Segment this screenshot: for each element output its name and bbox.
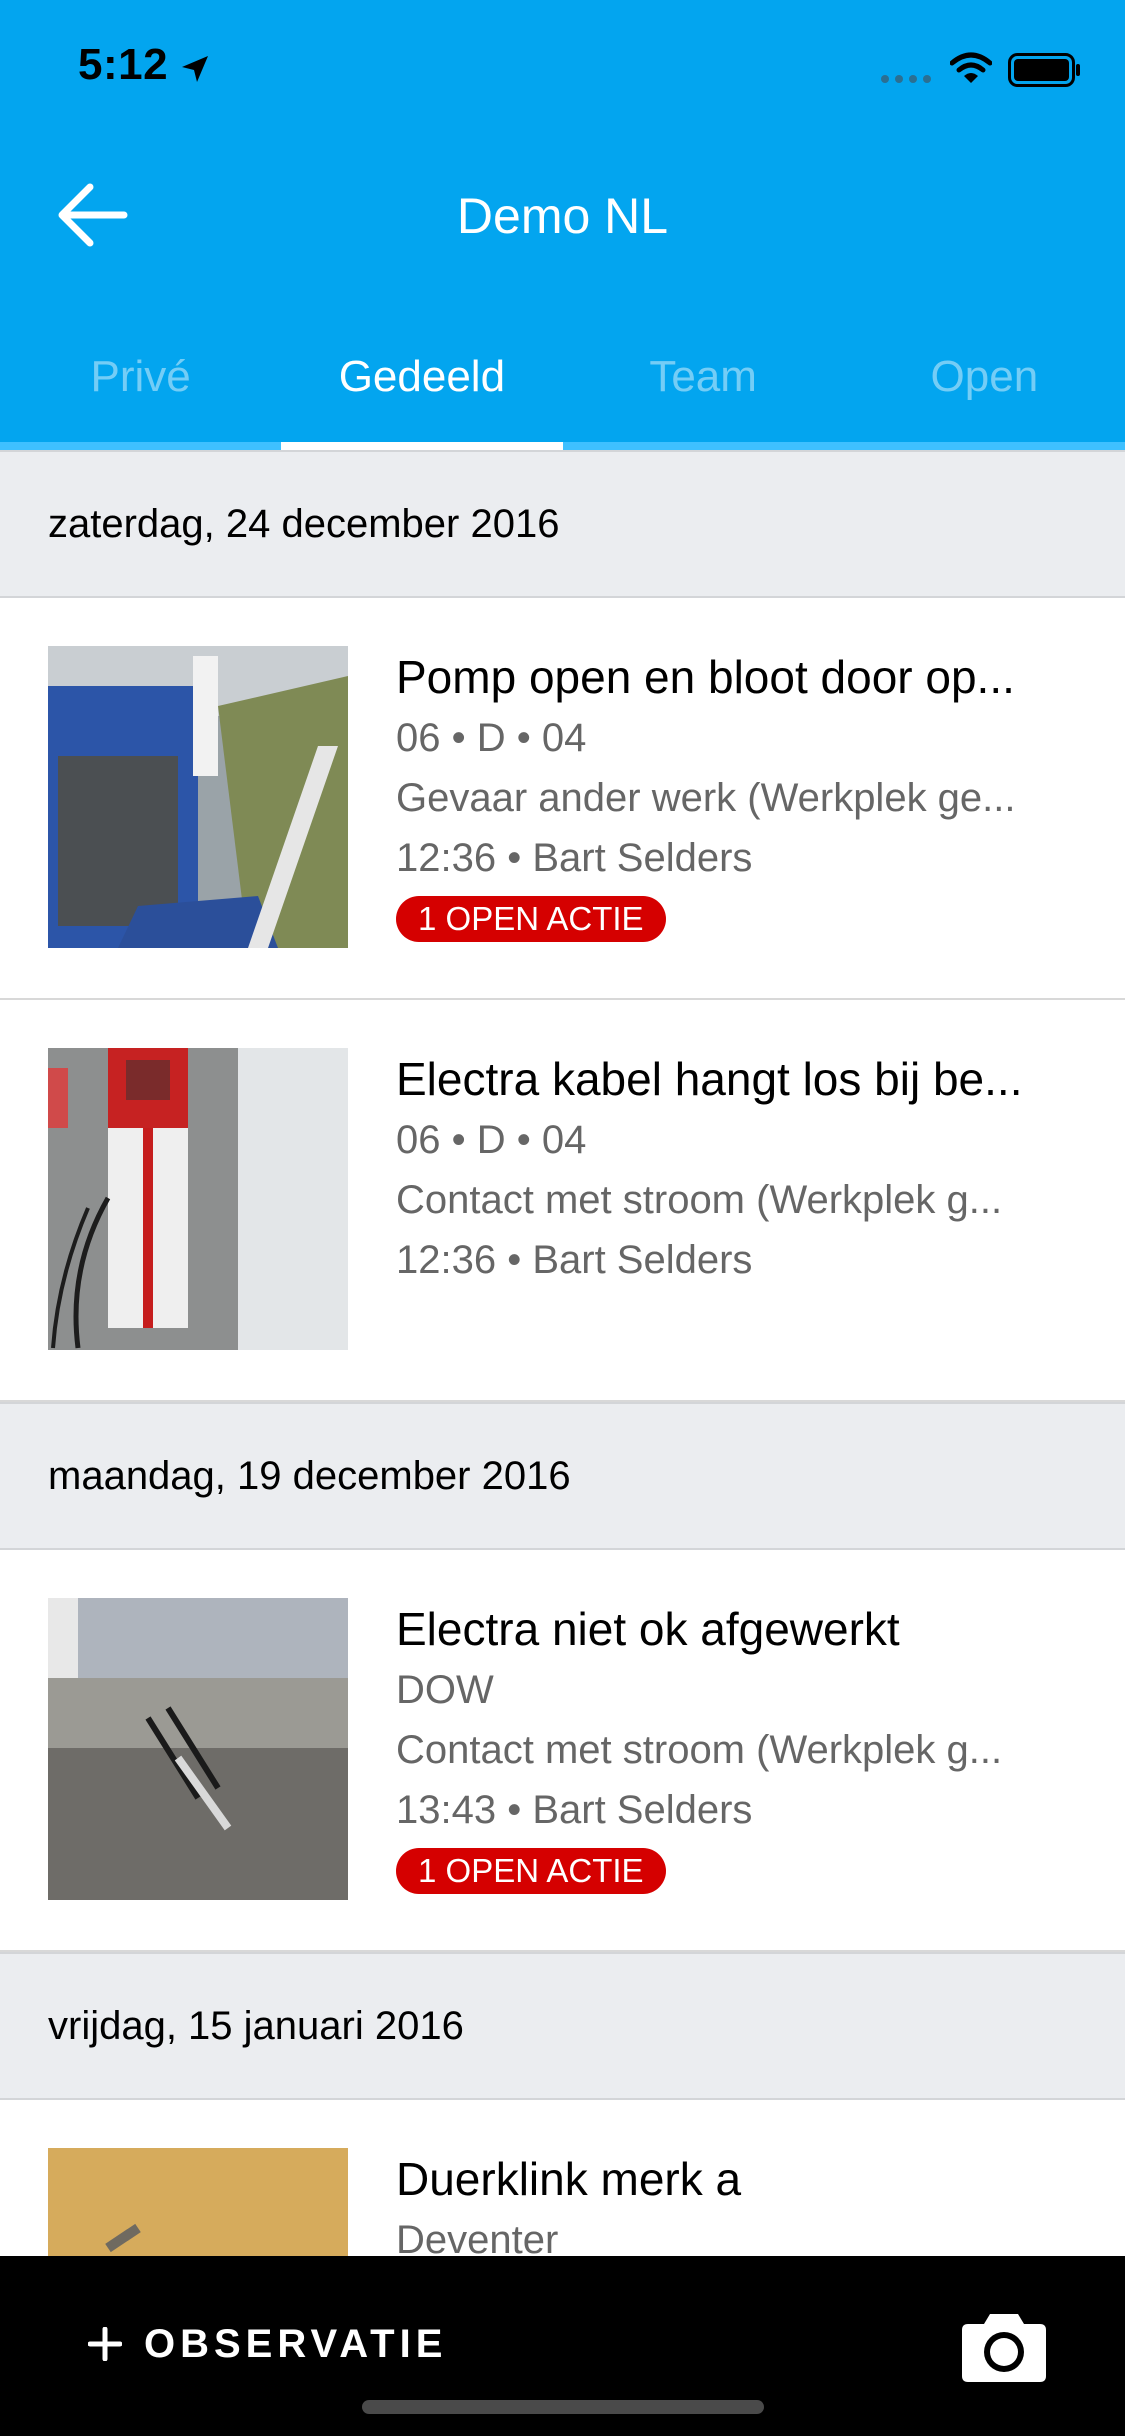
list-item[interactable]: Pomp open en bloot door op... 06 • D • 0… <box>0 598 1125 1000</box>
item-text: Electra kabel hangt los bij be... 06 • D… <box>396 1048 1066 1290</box>
status-bar: 5:12 <box>0 0 1125 135</box>
item-meta: 12:36 • Bart Selders <box>396 1238 753 1282</box>
item-category: Contact met stroom (Werkplek g... <box>396 1178 1003 1222</box>
tab-gedeeld[interactable]: Gedeeld <box>281 330 563 450</box>
wifi-icon <box>950 52 992 83</box>
camera-icon[interactable] <box>958 2312 1050 2384</box>
tab-underline <box>562 442 844 450</box>
tab-label: Gedeeld <box>338 352 506 401</box>
page-title: Demo NL <box>456 188 669 244</box>
tab-label: Open <box>930 352 1039 401</box>
item-title: Duerklink merk a <box>396 2153 742 2205</box>
item-location: 06 • D • 04 <box>396 716 587 760</box>
section-date-header: vrijdag, 15 januari 2016 <box>0 1952 1125 2100</box>
item-location: DOW <box>396 1668 494 1712</box>
item-text: Electra niet ok afgewerkt DOW Contact me… <box>396 1598 1066 1894</box>
item-title: Pomp open en bloot door op... <box>396 651 1015 703</box>
item-category: Contact met stroom (Werkplek g... <box>396 1728 1003 1772</box>
navigation-bar: Demo NL <box>0 135 1125 305</box>
item-title: Electra niet ok afgewerkt <box>396 1603 900 1655</box>
section-date-header: zaterdag, 24 december 2016 <box>0 450 1125 598</box>
home-indicator[interactable] <box>362 2400 764 2414</box>
tab-bar: Privé Gedeeld Team Open <box>0 330 1125 450</box>
tab-label: Privé <box>90 352 191 401</box>
signal-icon <box>881 75 931 83</box>
observation-thumbnail <box>48 1598 348 1900</box>
list-item[interactable]: Electra kabel hangt los bij be... 06 • D… <box>0 1000 1125 1402</box>
app-header: 5:12 Demo NL Privé Gedeeld Team Open <box>0 0 1125 450</box>
add-observation-label: OBSERVATIE <box>144 2321 448 2366</box>
tab-open[interactable]: Open <box>843 330 1125 450</box>
item-meta: 12:36 • Bart Selders <box>396 836 753 880</box>
app-screen: 5:12 Demo NL Privé Gedeeld Team Open zat… <box>0 0 1125 2436</box>
tab-underline <box>281 442 563 450</box>
battery-icon <box>1008 53 1080 87</box>
status-time: 5:12 <box>78 40 169 89</box>
tab-label: Team <box>649 352 757 401</box>
open-action-badge: 1 OPEN ACTIE <box>396 1848 666 1894</box>
item-category: Gevaar ander werk (Werkplek ge... <box>396 776 1016 820</box>
list-item[interactable]: Electra niet ok afgewerkt DOW Contact me… <box>0 1550 1125 1952</box>
add-observation-button[interactable]: OBSERVATIE <box>88 2314 447 2374</box>
observation-list: zaterdag, 24 december 2016 Pomp open en … <box>0 450 1125 2436</box>
tab-underline <box>0 442 282 450</box>
observation-thumbnail <box>48 646 348 948</box>
section-date-header: maandag, 19 december 2016 <box>0 1402 1125 1550</box>
tab-team[interactable]: Team <box>562 330 844 450</box>
item-location: 06 • D • 04 <box>396 1118 587 1162</box>
observation-thumbnail <box>48 1048 348 1350</box>
tab-underline <box>843 442 1125 450</box>
location-arrow-icon <box>182 56 208 82</box>
item-title: Electra kabel hangt los bij be... <box>396 1053 1023 1105</box>
item-meta: 13:43 • Bart Selders <box>396 1788 753 1832</box>
tab-prive[interactable]: Privé <box>0 330 282 450</box>
open-action-badge: 1 OPEN ACTIE <box>396 896 666 942</box>
item-text: Duerklink merk a Deventer <box>396 2148 1066 2270</box>
plus-icon <box>88 2327 122 2361</box>
item-text: Pomp open en bloot door op... 06 • D • 0… <box>396 646 1066 942</box>
